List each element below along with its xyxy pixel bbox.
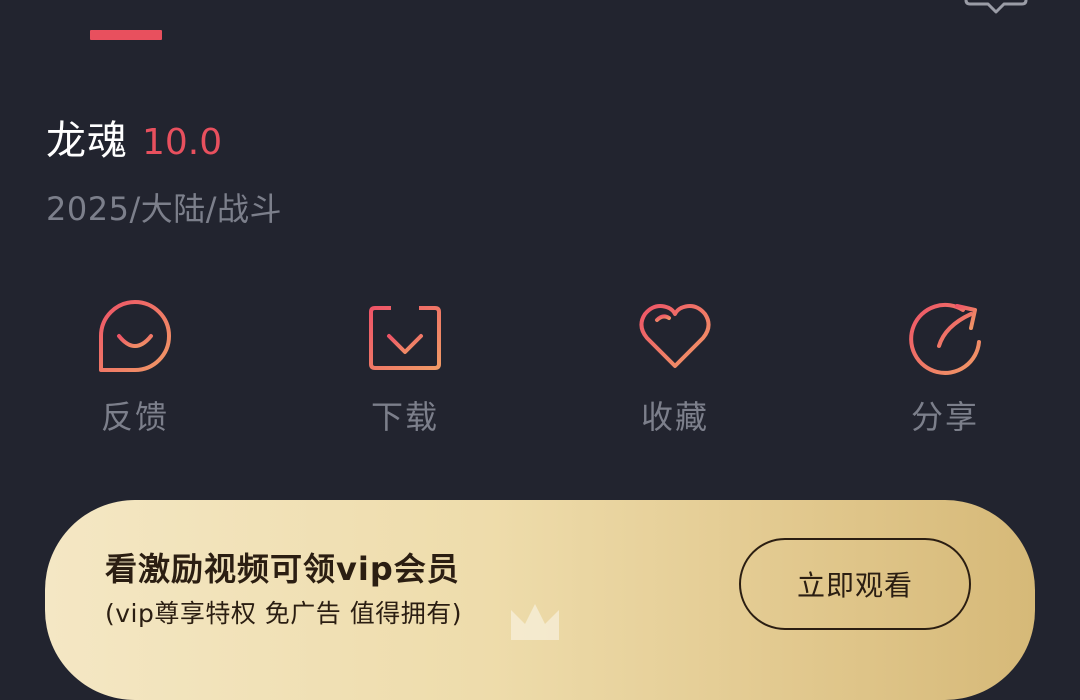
favorite-button[interactable]: 收藏 <box>605 296 745 438</box>
share-arrow-icon <box>909 302 981 375</box>
heart-icon <box>639 304 711 368</box>
vip-promo-banner[interactable]: 看激励视频可领vip会员 (vip尊享特权 免广告 值得拥有) 立即观看 <box>45 500 1035 700</box>
share-button[interactable]: 分享 <box>875 296 1015 438</box>
vip-banner-title: 看激励视频可领vip会员 <box>105 550 460 588</box>
chat-bubble-icon[interactable] <box>962 0 1030 16</box>
active-tab-indicator <box>90 30 162 40</box>
download-label: 下载 <box>370 398 439 436</box>
download-button[interactable]: 下载 <box>335 296 475 438</box>
movie-title: 龙魂 <box>46 118 128 164</box>
movie-score: 10.0 <box>142 122 223 163</box>
favorite-label: 收藏 <box>640 398 709 436</box>
crown-icon <box>511 604 559 640</box>
share-label: 分享 <box>910 398 979 436</box>
action-bar: 反馈 下载 收藏 分享 <box>0 296 1080 446</box>
feedback-button[interactable]: 反馈 <box>65 296 205 438</box>
watch-now-button[interactable]: 立即观看 <box>739 538 971 630</box>
download-icon <box>369 302 441 370</box>
vip-banner-subtitle: (vip尊享特权 免广告 值得拥有) <box>105 599 463 628</box>
movie-title-row: 龙魂 10.0 <box>46 108 223 164</box>
smile-feedback-icon <box>99 300 171 372</box>
feedback-label: 反馈 <box>100 398 169 436</box>
movie-meta: 2025/大陆/战斗 <box>46 190 283 228</box>
